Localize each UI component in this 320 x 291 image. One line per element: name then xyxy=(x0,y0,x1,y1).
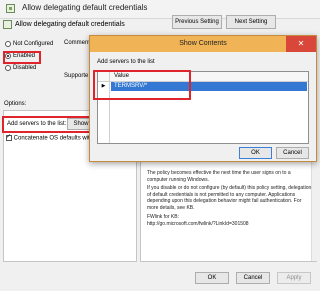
radio-button[interactable] xyxy=(5,41,11,47)
policy-setting-icon xyxy=(3,20,12,29)
setting-name: Allow delegating default credentials xyxy=(15,21,125,28)
next-setting-button[interactable]: Next Setting xyxy=(226,15,276,29)
concatenate-defaults-checkbox[interactable]: Concatenate OS defaults with xyxy=(6,133,94,142)
cancel-button[interactable]: Cancel xyxy=(236,272,270,284)
radio-not-configured[interactable]: Not Configured xyxy=(5,41,53,50)
apply-button[interactable]: Apply xyxy=(277,272,311,284)
close-icon[interactable]: ✕ xyxy=(286,36,316,52)
dialog-title-bar: Show Contents xyxy=(90,36,316,52)
help-paragraph: If you disable or do not configure (by d… xyxy=(147,185,312,211)
radio-label: Disabled xyxy=(13,65,37,71)
help-fwlink-url[interactable]: http://go.microsoft.com/fwlink/?LinkId=3… xyxy=(147,221,312,228)
dialog-heading: Add servers to the list xyxy=(97,59,155,65)
help-fwlink: FWlink for KB: http://go.microsoft.com/f… xyxy=(147,214,312,227)
options-label: Options: xyxy=(4,101,27,107)
radio-disabled[interactable]: Disabled xyxy=(5,65,36,74)
concatenate-label: Concatenate OS defaults with xyxy=(13,135,94,142)
dialog-title: Show Contents xyxy=(179,40,227,47)
dialog-cancel-button[interactable]: Cancel xyxy=(276,147,309,159)
ok-button[interactable]: OK xyxy=(195,272,229,284)
previous-setting-button[interactable]: Previous Setting xyxy=(172,15,222,29)
checkbox[interactable] xyxy=(6,133,12,142)
dialog-ok-button[interactable]: OK xyxy=(239,147,272,159)
highlight-box-add-servers xyxy=(2,116,93,133)
policy-setting-icon xyxy=(6,4,15,13)
supported-on-label: Supporte xyxy=(64,73,89,79)
window-title: Allow delegating default credentials xyxy=(22,3,148,12)
radio-label: Not Configured xyxy=(13,41,54,47)
highlight-box-enabled xyxy=(3,51,41,64)
comment-label: Comment xyxy=(64,40,91,46)
highlight-box-grid xyxy=(93,70,191,100)
radio-button[interactable] xyxy=(5,65,11,71)
help-paragraph: The policy becomes effective the next ti… xyxy=(147,170,291,183)
